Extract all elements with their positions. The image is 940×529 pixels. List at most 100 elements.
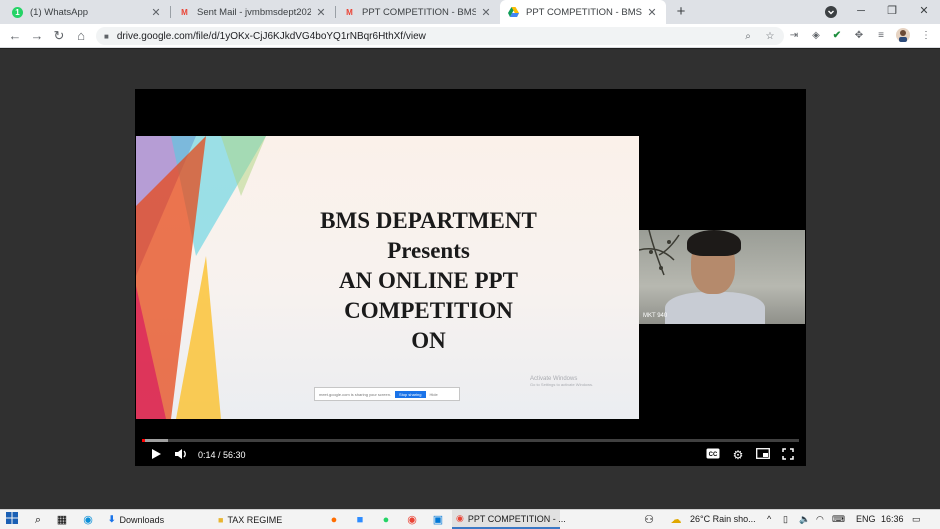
gmail-icon: M [181,7,188,17]
tab-label: PPT COMPETITION - BMS DEPARTMENT [362,6,476,18]
weather-text[interactable]: 26°C Rain sho... [690,510,756,529]
tab-search-icon[interactable] [816,0,846,24]
chrome-icon: ◉ [456,513,464,523]
chevron-up-icon[interactable]: ^ [767,510,771,529]
close-icon[interactable]: ✕ [315,6,327,19]
close-icon[interactable]: ✕ [480,6,492,19]
extension-shield-icon[interactable]: ◈ [808,28,824,44]
search-icon[interactable]: ⌕ [30,512,46,528]
windows-start-icon[interactable] [4,512,20,528]
extension-check-icon[interactable]: ✔ [829,28,845,44]
play-button[interactable] [147,448,165,462]
reading-list-icon[interactable]: ≡ [873,28,889,44]
screen-share-notice: meet.google.com is sharing your screen. … [314,387,460,401]
participant-name: MKT 940 [643,313,668,319]
browser-menu-icon[interactable]: ⋮ [918,28,934,44]
zoom-icon[interactable]: ⌕ [740,31,756,42]
activate-windows-watermark: Activate Windows Go to Settings to activ… [530,376,593,387]
buffered-bar [142,439,169,442]
taskbar-item-label: TAX REGIME [227,514,283,525]
weather-icon[interactable]: ☁ [668,512,684,528]
tab-ppt-competition-mail[interactable]: M PPT COMPETITION - BMS DEPARTMENT ✕ [336,0,500,24]
tab-sent-mail[interactable]: M Sent Mail - jvmbmsdept2021@gmail.com ✕ [171,0,335,24]
clock[interactable]: 16:36 [881,510,904,529]
taskbar-chrome-window[interactable]: ◉ PPT COMPETITION - ... [452,510,566,529]
participant-camera: MKT 940 [639,230,805,324]
participant-hair [687,230,741,256]
time-display: 0:14 / 56:30 [198,450,246,460]
lock-icon: ■ [104,31,109,41]
firefox-icon[interactable]: ● [326,512,342,528]
progress-bar[interactable] [142,439,799,442]
minimize-icon[interactable]: ─ [846,0,876,24]
keyboard-icon[interactable]: ⌨ [832,510,845,529]
captions-icon[interactable]: CC [704,448,722,462]
player-controls: 0:14 / 56:30 CC ⚙ [135,435,806,466]
volume-icon[interactable] [172,448,190,462]
fullscreen-icon[interactable] [779,448,797,462]
download-arrow-icon: ⬇ [108,514,116,524]
tab-label: (1) WhatsApp [30,6,89,18]
folder-icon: ■ [218,514,224,525]
taskbar-tax-regime[interactable]: ■ TAX REGIME [214,510,320,529]
miniplayer-icon[interactable] [754,448,772,462]
browser-toolbar: ← → ↻ ⌂ ■ drive.google.com/file/d/1yOKx-… [0,24,940,48]
reload-icon[interactable]: ↻ [50,27,68,45]
video-player[interactable]: BMS DEPARTMENT Presents AN ONLINE PPT CO… [135,89,806,466]
whatsapp-icon[interactable]: ● [378,512,394,528]
drive-video-viewer: BMS DEPARTMENT Presents AN ONLINE PPT CO… [0,49,940,509]
forward-icon[interactable]: → [28,27,46,45]
tab-whatsapp[interactable]: 1 (1) WhatsApp ✕ [4,0,170,24]
svg-text:CC: CC [709,452,718,458]
stop-sharing-button: Stop sharing [395,390,426,398]
gmail-icon: M [346,7,353,17]
task-view-icon[interactable]: ▦ [54,512,70,528]
close-icon[interactable]: ✕ [150,6,162,19]
share-notice-text: meet.google.com is sharing your screen. [319,391,392,397]
windows-taskbar: ⌕ ▦ ◉ ⬇ Downloads ■ TAX REGIME ● ■ ● ◉ ▣… [0,509,940,529]
home-icon[interactable]: ⌂ [72,27,90,45]
app-icon[interactable]: ▣ [430,512,446,528]
whatsapp-icon: 1 [12,6,23,18]
extensions-puzzle-icon[interactable]: ✥ [851,28,867,44]
close-icon[interactable]: ✕ [646,6,658,19]
restore-icon[interactable]: ❐ [877,0,907,24]
volume-tray-icon[interactable]: 🔈 [799,510,810,529]
participant-shirt [665,292,765,324]
people-icon[interactable]: ⚇ [641,512,657,528]
notification-icon[interactable]: ▭ [912,510,921,529]
taskbar-item-label: PPT COMPETITION - ... [467,513,566,524]
shared-slide: BMS DEPARTMENT Presents AN ONLINE PPT CO… [136,136,639,419]
hide-button: Hide [429,391,438,397]
settings-gear-icon[interactable]: ⚙ [729,448,747,462]
taskbar-item-label: Downloads [119,514,165,525]
extension-arrow-icon[interactable]: ⇥ [786,28,802,44]
google-drive-icon [508,7,519,18]
zoom-app-icon[interactable]: ■ [352,512,368,528]
slide-line: ON [411,328,446,353]
slide-line: COMPETITION [344,298,513,323]
tab-label: Sent Mail - jvmbmsdept2021@gmail.com [197,6,311,18]
taskbar-downloads[interactable]: ⬇ Downloads [104,510,208,529]
played-bar [142,439,145,442]
watermark-subtitle: Go to Settings to activate Windows. [530,382,594,387]
slide-line: AN ONLINE PPT [339,268,518,293]
slide-line: Presents [387,238,470,263]
language-indicator[interactable]: ENG [856,510,876,529]
tab-strip: 1 (1) WhatsApp ✕ M Sent Mail - jvmbmsdep… [0,0,940,24]
profile-avatar-icon[interactable] [895,28,911,44]
url-text: drive.google.com/file/d/1yOKx-CjJ6KJkdVG… [116,30,426,42]
new-tab-button[interactable]: + [672,3,690,21]
slide-line: BMS DEPARTMENT [320,208,537,233]
address-bar[interactable]: ■ drive.google.com/file/d/1yOKx-CjJ6KJkd… [96,27,784,45]
wifi-icon[interactable]: ◠ [816,510,824,529]
tab-ppt-competition-drive[interactable]: PPT COMPETITION - BMS DEPARTMENT ✕ [500,0,666,24]
chrome-icon[interactable]: ◉ [404,512,420,528]
edge-icon[interactable]: ◉ [80,512,96,528]
window-close-icon[interactable]: ✕ [909,0,939,24]
slide-text: BMS DEPARTMENT Presents AN ONLINE PPT CO… [216,206,639,356]
back-icon[interactable]: ← [6,27,24,45]
tab-label: PPT COMPETITION - BMS DEPARTMENT [526,6,642,18]
battery-icon[interactable]: ▯ [783,510,788,529]
bookmark-star-icon[interactable]: ☆ [762,31,778,42]
